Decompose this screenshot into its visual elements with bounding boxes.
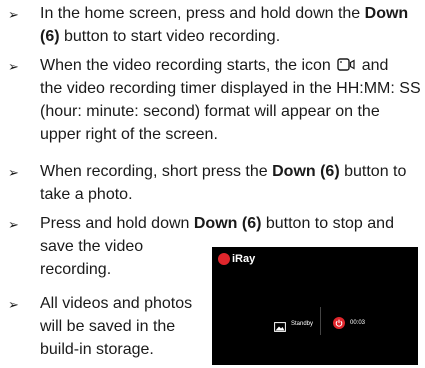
text-line: When the video recording starts, the ico… — [40, 57, 389, 74]
video-record-icon — [337, 57, 355, 71]
text-line: Press and hold down Down (6) button to s… — [40, 215, 394, 232]
text-line: upper right of the screen. — [40, 126, 218, 143]
text-line: (hour: minute: second) format will appea… — [40, 103, 380, 120]
recording-timer: 00:03 — [333, 317, 365, 329]
text-line: save the video — [40, 238, 144, 255]
bullet-arrow-icon: ➢ — [8, 59, 19, 74]
bullet-arrow-icon: ➢ — [8, 7, 19, 22]
brand-logo: iRay — [218, 253, 255, 265]
standby-indicator: Standby — [274, 319, 314, 332]
text-line: build-in storage. — [40, 341, 154, 358]
text-line: the video recording timer displayed in t… — [40, 80, 421, 97]
text-line: In the home screen, press and hold down … — [40, 5, 409, 22]
bullet-arrow-icon: ➢ — [8, 297, 19, 312]
bullet-arrow-icon: ➢ — [8, 217, 19, 232]
brand-logo-mark-icon — [218, 253, 230, 265]
screen-divider — [320, 307, 321, 335]
text-line: (6) button to start video recording. — [40, 28, 281, 45]
text-line: will be saved in the — [40, 318, 176, 335]
timer-value: 00:03 — [350, 320, 366, 326]
brand-logo-text: iRay — [232, 253, 256, 265]
bullet-arrow-icon: ➢ — [8, 165, 19, 180]
camera-icon — [274, 319, 286, 332]
text-line: All videos and photos — [40, 295, 193, 312]
power-icon — [333, 317, 345, 329]
instruction-document: ➢ In the home screen, press and hold dow… — [0, 0, 425, 368]
text-line: take a photo. — [40, 186, 133, 203]
text-line: When recording, short press the Down (6)… — [40, 163, 407, 180]
text-line: recording. — [40, 261, 112, 278]
standby-label: Standby — [291, 321, 314, 327]
device-screen-preview: iRay Standby 00:03 — [212, 247, 418, 365]
